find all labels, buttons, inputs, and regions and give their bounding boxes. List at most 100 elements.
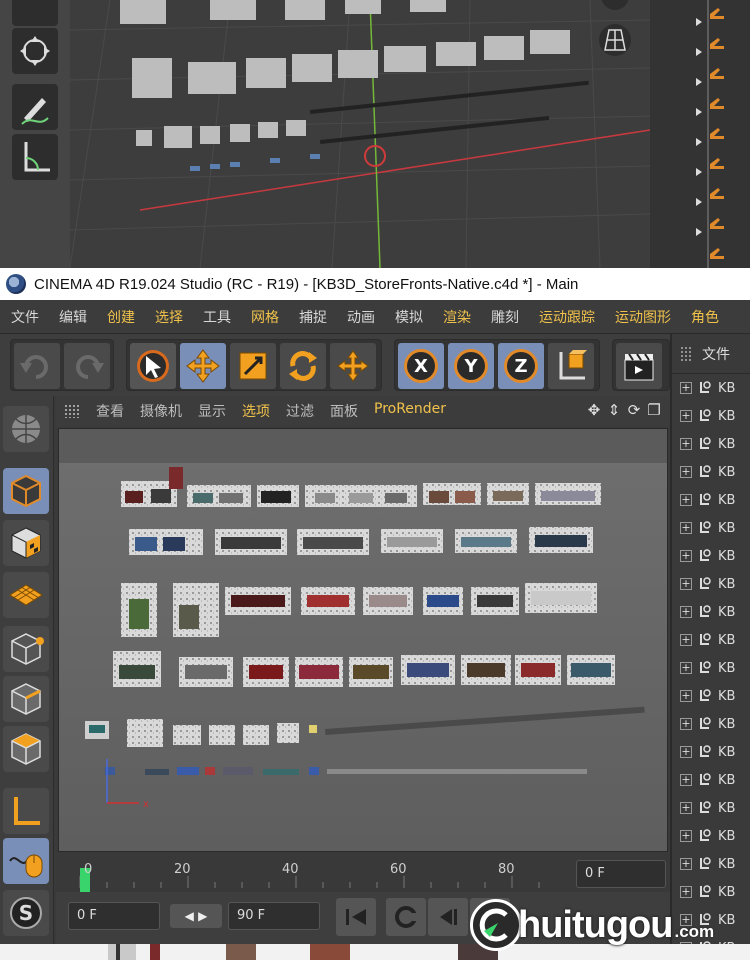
- menu-item[interactable]: 模拟: [384, 307, 432, 327]
- viewport-menu-item[interactable]: 选项: [234, 401, 278, 421]
- expand-icon[interactable]: +: [680, 746, 692, 758]
- menu-item[interactable]: 选择: [144, 307, 192, 327]
- expand-icon[interactable]: +: [680, 578, 692, 590]
- expand-icon[interactable]: +: [680, 774, 692, 786]
- expand-icon[interactable]: +: [680, 494, 692, 506]
- menu-item[interactable]: 工具: [192, 307, 240, 327]
- z-axis-lock-button[interactable]: Z: [498, 343, 544, 389]
- object-row[interactable]: + KB: [672, 794, 750, 822]
- current-frame-field[interactable]: 0 F: [576, 860, 666, 888]
- coordinate-system-button[interactable]: [548, 343, 594, 389]
- menu-item[interactable]: 运动跟踪: [528, 307, 604, 327]
- top-viewport-3d[interactable]: [70, 0, 650, 268]
- expand-icon[interactable]: +: [680, 550, 692, 562]
- orbit-icon[interactable]: ⟳: [626, 401, 642, 419]
- viewport-menu-item[interactable]: 摄像机: [132, 401, 190, 421]
- select-tool-button[interactable]: [130, 343, 176, 389]
- expand-icon[interactable]: +: [680, 522, 692, 534]
- menu-item[interactable]: 运动图形: [604, 307, 680, 327]
- edges-mode-button[interactable]: [3, 676, 49, 722]
- object-row[interactable]: + KB: [672, 738, 750, 766]
- model-mode-button[interactable]: [3, 468, 49, 514]
- menu-item[interactable]: 创建: [96, 307, 144, 327]
- perspective-grid-icon[interactable]: [593, 0, 649, 80]
- object-row[interactable]: + KB: [672, 626, 750, 654]
- viewport-menu-item[interactable]: 查看: [88, 401, 132, 421]
- object-row[interactable]: + KB: [672, 514, 750, 542]
- object-row[interactable]: + KB: [672, 850, 750, 878]
- start-frame-field[interactable]: 0 F: [68, 902, 160, 930]
- top-tool-button[interactable]: [12, 0, 58, 26]
- object-row[interactable]: + KB: [672, 570, 750, 598]
- menu-item[interactable]: 动画: [336, 307, 384, 327]
- expand-icon[interactable]: +: [680, 466, 692, 478]
- tweak-mode-button[interactable]: [3, 838, 49, 884]
- range-slider-button[interactable]: ◀ ▶: [170, 904, 222, 928]
- object-row[interactable]: + KB: [672, 542, 750, 570]
- viewport-menu-item[interactable]: ProRender: [366, 401, 454, 421]
- axis-mode-button[interactable]: [3, 788, 49, 834]
- menu-item[interactable]: 渲染: [432, 307, 480, 327]
- dolly-icon[interactable]: ⇕: [606, 401, 622, 419]
- texture-mode-button[interactable]: [3, 520, 49, 566]
- menu-item[interactable]: 网格: [240, 307, 288, 327]
- maximize-view-icon[interactable]: ❐: [646, 401, 662, 419]
- expand-icon[interactable]: +: [680, 410, 692, 422]
- end-frame-field[interactable]: 90 F: [228, 902, 320, 930]
- x-axis-lock-button[interactable]: X: [398, 343, 444, 389]
- expand-icon[interactable]: +: [680, 662, 692, 674]
- object-row[interactable]: + KB: [672, 458, 750, 486]
- undo-button[interactable]: [14, 343, 60, 389]
- object-row[interactable]: + KB: [672, 598, 750, 626]
- spline-pen-button[interactable]: [12, 84, 58, 130]
- make-editable-button[interactable]: [3, 406, 49, 452]
- object-row[interactable]: + KB: [672, 766, 750, 794]
- expand-icon[interactable]: +: [680, 438, 692, 450]
- render-view-button[interactable]: [616, 343, 662, 389]
- timeline-ruler[interactable]: 0 20 40 60 80: [66, 858, 560, 894]
- menu-item[interactable]: 编辑: [48, 307, 96, 327]
- redo-button[interactable]: [64, 343, 110, 389]
- rotate-tool-button[interactable]: [280, 343, 326, 389]
- object-row[interactable]: + KB: [672, 402, 750, 430]
- polygons-mode-button[interactable]: [3, 726, 49, 772]
- go-to-start-button[interactable]: [336, 898, 376, 936]
- expand-icon[interactable]: +: [680, 830, 692, 842]
- object-row[interactable]: + KB: [672, 822, 750, 850]
- expand-icon[interactable]: +: [680, 858, 692, 870]
- expand-icon[interactable]: +: [680, 690, 692, 702]
- scale-tool-button[interactable]: [230, 343, 276, 389]
- object-row[interactable]: + KB: [672, 430, 750, 458]
- move-tool-button[interactable]: [12, 28, 58, 74]
- previous-frame-button[interactable]: [428, 898, 468, 936]
- workplane-button[interactable]: [3, 572, 49, 618]
- timeline[interactable]: 0 20 40 60 80 0 F: [56, 852, 670, 894]
- file-menu[interactable]: 文件: [702, 344, 730, 364]
- viewport-menu-item[interactable]: 显示: [190, 401, 234, 421]
- object-row[interactable]: + KB: [672, 682, 750, 710]
- menu-item[interactable]: 文件: [0, 307, 48, 327]
- expand-icon[interactable]: +: [680, 802, 692, 814]
- pan-icon[interactable]: ✥: [586, 401, 602, 419]
- y-axis-lock-button[interactable]: Y: [448, 343, 494, 389]
- object-row[interactable]: + KB: [672, 486, 750, 514]
- 3d-viewport[interactable]: x: [58, 428, 668, 852]
- menu-item[interactable]: 角色: [680, 307, 728, 327]
- snap-button[interactable]: S: [3, 890, 49, 936]
- object-row[interactable]: + KB: [672, 654, 750, 682]
- viewport-menu-item[interactable]: 过滤: [278, 401, 322, 421]
- expand-icon[interactable]: +: [680, 634, 692, 646]
- previous-key-button[interactable]: [386, 898, 426, 936]
- move-tool-button-main[interactable]: [180, 343, 226, 389]
- expand-icon[interactable]: +: [680, 382, 692, 394]
- menu-item[interactable]: 雕刻: [480, 307, 528, 327]
- transform-tool-button[interactable]: [330, 343, 376, 389]
- measure-button[interactable]: [12, 134, 58, 180]
- points-mode-button[interactable]: [3, 626, 49, 672]
- viewport-menu-item[interactable]: 面板: [322, 401, 366, 421]
- expand-icon[interactable]: +: [680, 606, 692, 618]
- expand-icon[interactable]: +: [680, 718, 692, 730]
- object-row[interactable]: + KB: [672, 710, 750, 738]
- object-row[interactable]: + KB: [672, 374, 750, 402]
- menu-item[interactable]: 捕捉: [288, 307, 336, 327]
